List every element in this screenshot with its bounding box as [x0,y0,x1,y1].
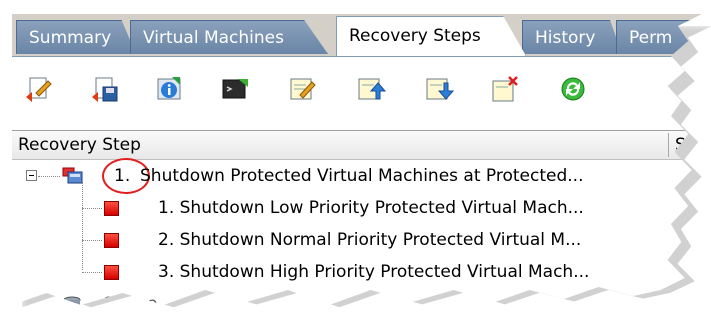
child-step-label: 2. Shutdown Normal Priority Protected Vi… [158,230,582,250]
tab-virtual-machines[interactable]: Virtual Machines [130,20,328,54]
tree-row-child[interactable]: 2. Shutdown Normal Priority Protected Vi… [12,224,702,256]
column-header: Recovery Step St [12,130,702,160]
toolbar [12,57,702,119]
tree-row-parent[interactable]: 1. Shutdown Protected Virtual Machines a… [12,158,702,194]
recovery-plan-window: Summary Virtual Machines History Perm Re… [12,14,702,305]
partial-step-label: 2. age [104,294,158,314]
tree-connector [82,208,102,209]
tab-bar: Summary Virtual Machines History Perm Re… [12,14,702,57]
step-group-icon [62,167,84,185]
edit-step-icon[interactable] [24,75,54,103]
tab-history[interactable]: History [522,20,622,54]
move-down-icon[interactable] [424,75,455,103]
run-command-icon[interactable] [220,75,250,103]
storage-icon [62,296,82,305]
child-step-label: 1. Shutdown Low Priority Protected Virtu… [158,198,584,218]
refresh-icon[interactable] [558,75,588,103]
status-red-icon [104,233,119,248]
step-label: Shutdown Protected Virtual Machines at P… [140,166,584,186]
tab-recovery-steps[interactable]: Recovery Steps [336,16,526,56]
edit-icon[interactable] [288,75,318,103]
tree-connector [82,240,102,241]
delete-icon[interactable] [490,75,520,103]
tree-row-child[interactable]: 1. Shutdown Low Priority Protected Virtu… [12,192,702,224]
properties-icon[interactable] [154,75,184,103]
column-divider[interactable] [668,133,669,157]
tree-row-child[interactable]: 3. Shutdown High Priority Protected Virt… [12,256,702,288]
move-up-icon[interactable] [356,75,387,103]
tree-connector [82,272,102,273]
column-recovery-step[interactable]: Recovery Step [18,131,141,159]
tab-summary[interactable]: Summary [16,20,136,54]
child-step-label: 3. Shutdown High Priority Protected Virt… [158,262,590,282]
status-red-icon [104,201,119,216]
tree-connector [38,176,60,177]
screenshot-frame: Summary Virtual Machines History Perm Re… [0,0,711,324]
save-step-icon[interactable] [90,75,120,103]
collapse-toggle[interactable] [26,170,37,181]
status-red-icon [104,265,119,280]
